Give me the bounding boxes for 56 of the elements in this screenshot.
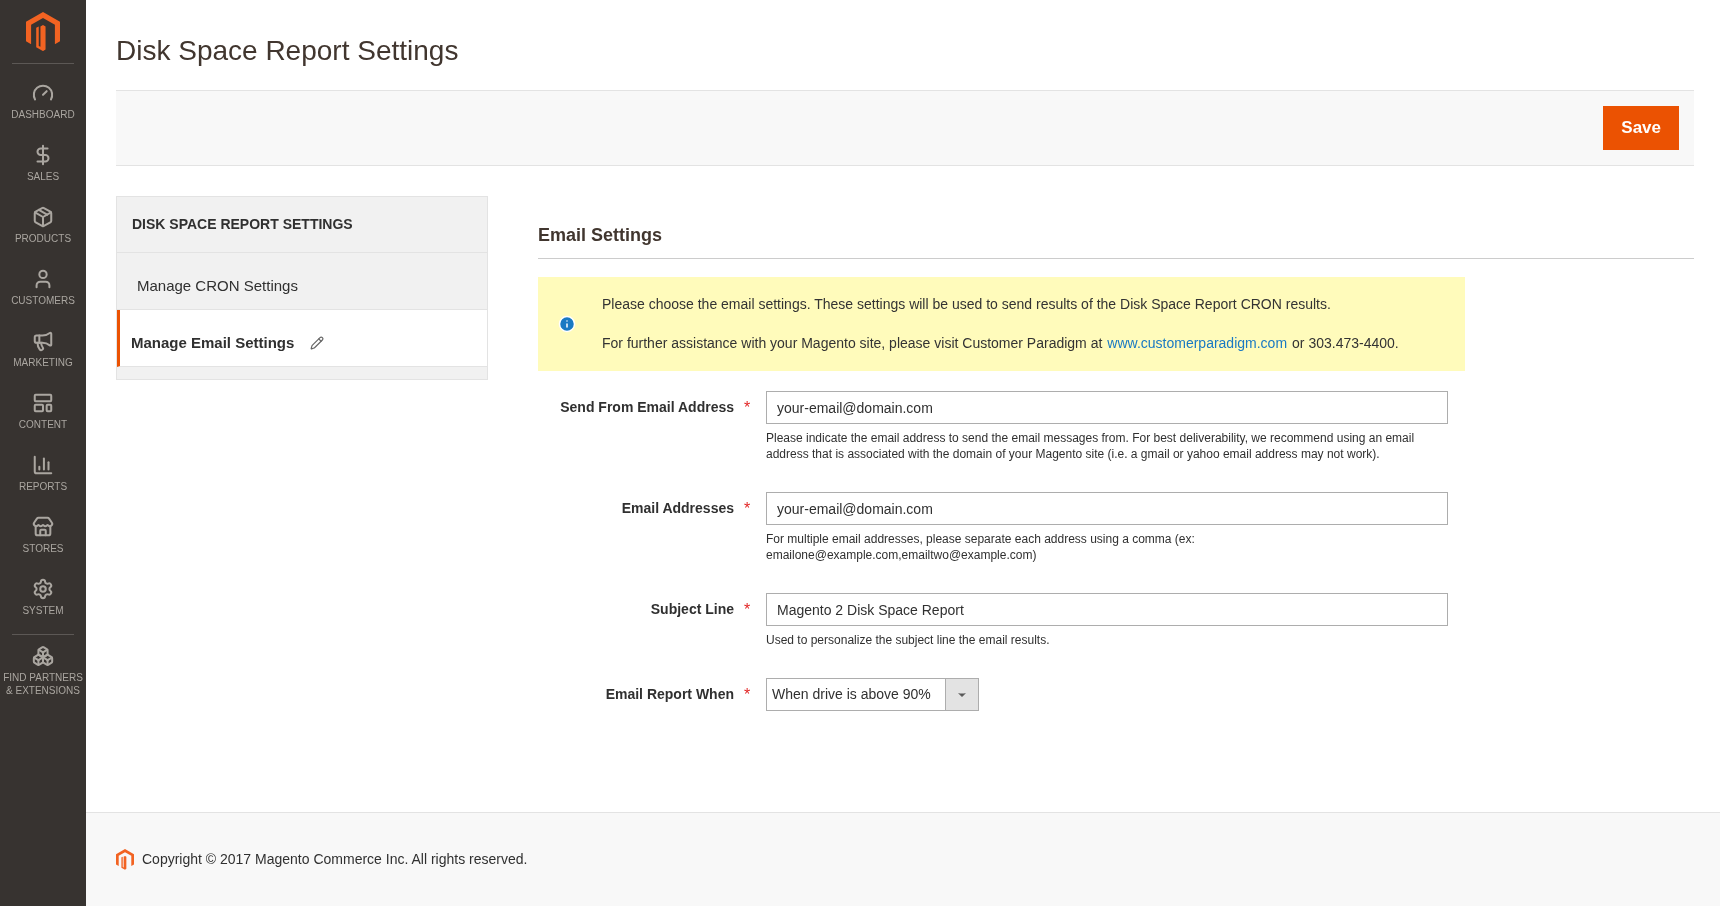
field-note: Used to personalize the subject line the email results. [766,632,1051,648]
section-title: Email Settings [538,196,1694,259]
field-note: For multiple email addresses, please separate each address using a comma (ex: emailone@example.com,emailtwo@example.com) [766,531,1196,563]
sidebar-menu-item[interactable]: REPORTS [0,444,86,507]
menu-label: MARKETING [13,356,73,370]
field-label: Send From Email Address [560,398,734,417]
layout-icon [32,392,54,415]
field-label: Email Addresses [621,499,734,518]
menu-label: CONTENT [18,418,68,432]
select-dropdown[interactable]: When drive is above 90% [766,678,979,711]
save-button[interactable]: Save [1603,106,1679,150]
menu-label: FIND PARTNERS & EXTENSIONS [2,671,84,698]
sidebar-menu-item[interactable]: PRODUCTS [0,196,86,259]
menu-label: SALES [26,170,60,184]
settings-icon [32,578,54,601]
sidebar-menu-item[interactable]: STORES [0,506,86,569]
blocks-icon [32,645,54,668]
notice-text: or 303.473-4400. [1292,334,1399,353]
bar-chart-icon [32,454,54,477]
text-field[interactable]: your-email@domain.com [766,391,1448,424]
menu-label: STORES [22,542,64,556]
store-icon [32,516,54,539]
required-marker: * [744,498,752,519]
sidebar-menu-item[interactable]: SALES [0,134,86,197]
nav-item[interactable]: Manage Email Settings [117,310,487,367]
notice-text: For further assistance with your Magento site, please visit Customer Paradigm at [602,334,1103,353]
sidebar-menu-item[interactable]: CONTENT [0,382,86,445]
megaphone-icon [32,330,54,353]
required-marker: * [744,599,752,620]
menu-label: SYSTEM [22,604,64,618]
field-note: Please indicate the email address to send the email messages from. For best deliverability, we recommend using an email address that is associated with the domain of your Magento site (i.e. a gmail or yahoo email address may not work). [766,430,1416,462]
required-marker: * [744,684,752,705]
sidebar-menu-item[interactable]: CUSTOMERS [0,258,86,321]
page-title: Disk Space Report Settings [116,34,459,68]
menu-label: REPORTS [18,480,68,494]
copyright-text: Copyright © 2017 Magento Commerce Inc. All rights reserved. [142,850,528,869]
logo-icon [116,849,134,870]
text-field[interactable]: Magento 2 Disk Space Report [766,593,1448,626]
menu-label: CUSTOMERS [11,294,75,308]
nav-title: DISK SPACE REPORT SETTINGS [117,197,487,253]
sidebar-menu-item[interactable]: FIND PARTNERS & EXTENSIONS [0,635,86,698]
website-link[interactable]: www.customerparadigm.com [1107,333,1288,354]
sidebar-menu-item[interactable]: SYSTEM [0,568,86,631]
sidebar-menu-item[interactable]: MARKETING [0,320,86,383]
pencil-icon [310,336,325,350]
logo-icon [26,12,60,52]
notice-text: Please choose the email settings. These settings will be used to send results of the Disk Space Report CRON results. [602,295,1332,314]
field-label: Email Report When [605,685,734,704]
menu-label: PRODUCTS [14,232,72,246]
sidebar-menu-item[interactable]: DASHBOARD [0,72,86,135]
box-icon [32,206,54,229]
menu-label: DASHBOARD [11,108,75,122]
text-field[interactable]: your-email@domain.com [766,492,1448,525]
field-label: Subject Line [650,600,734,619]
required-marker: * [744,397,752,418]
info-icon [558,315,576,333]
